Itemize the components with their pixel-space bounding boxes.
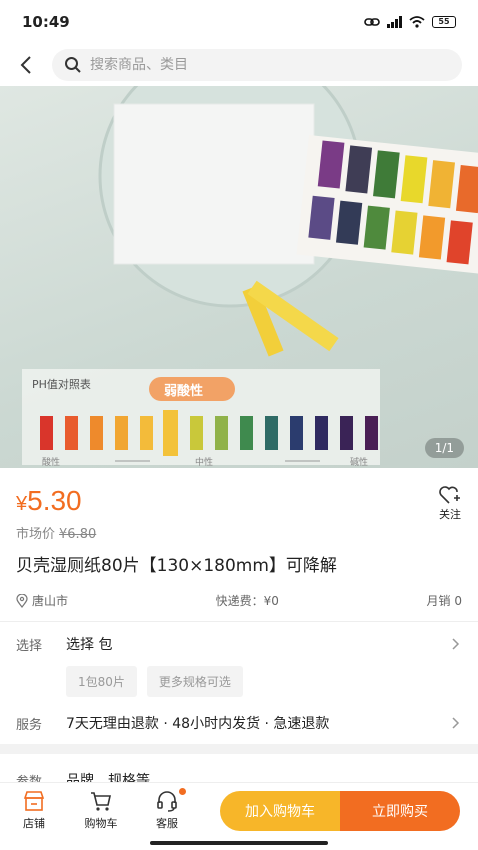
headset-icon (157, 791, 177, 812)
add-to-cart-button[interactable]: 加入购物车 (220, 790, 340, 831)
service-tab-label: 客服 (156, 817, 178, 830)
shop-label: 店铺 (23, 817, 45, 830)
link-icon (364, 18, 380, 26)
ph-highlight-label: 弱酸性 (164, 384, 204, 399)
image-pager: 1/1 (424, 438, 464, 458)
search-box[interactable] (52, 49, 462, 81)
battery-icon: 55 (432, 16, 456, 28)
search-input[interactable] (90, 57, 410, 73)
market-price: 市场价 ¥6.80 (16, 523, 96, 542)
shipping-fee: 快递费：¥0 (215, 594, 279, 608)
product-price: ¥5.30 (16, 484, 96, 521)
location: 唐山市 (16, 592, 68, 609)
product-info-card: ¥5.30 市场价 ¥6.80 关注 贝壳湿厕纸80片【130×180mm】可降解… (0, 468, 478, 744)
ph-scale-neutral: 中性 (195, 458, 214, 468)
select-value: 选择 包 (66, 637, 113, 653)
ph-chart-title: PH值对照表 (32, 378, 91, 391)
shop-icon (23, 791, 45, 811)
option-select-row[interactable]: 选择 选择 包 (16, 634, 462, 654)
monthly-sales: 月销 0 (426, 594, 462, 608)
status-bar: 10:49 55 (0, 0, 478, 44)
select-label: 选择 (16, 638, 43, 654)
ph-scale-acid: 酸性 (42, 458, 61, 468)
market-price-value: ¥6.80 (59, 527, 97, 542)
price-symbol: ¥ (16, 493, 28, 515)
search-header (0, 44, 478, 86)
buy-now-button[interactable]: 立即购买 (340, 790, 460, 831)
cart-tab[interactable]: 购物车 (68, 790, 134, 831)
signal-icon (387, 16, 402, 28)
product-image[interactable]: PH值对照表 弱酸性 酸性 中性 碱性 1/1 (0, 86, 478, 468)
home-indicator (0, 838, 478, 850)
shop-tab[interactable]: 店铺 (0, 790, 68, 831)
divider (0, 621, 478, 622)
status-icons: 55 (364, 16, 456, 28)
chevron-right-icon (452, 638, 460, 650)
spec-chips: 1包80片 更多规格可选 (66, 666, 462, 697)
service-row[interactable]: 服务 7天无理由退款 · 48小时内发货 · 急速退款 (16, 713, 462, 733)
follow-button[interactable]: 关注 (438, 484, 462, 542)
search-icon (65, 57, 81, 73)
chevron-right-icon (452, 717, 460, 729)
chevron-left-icon (20, 56, 31, 74)
ph-paper-photo (22, 86, 478, 465)
ph-scale-alkaline: 碱性 (350, 458, 369, 468)
location-text: 唐山市 (32, 594, 69, 608)
heart-plus-icon (439, 486, 460, 504)
customer-service-tab[interactable]: 客服 (134, 788, 200, 831)
product-meta: 唐山市 快递费：¥0 月销 0 (16, 592, 462, 609)
spec-chip[interactable]: 1包80片 (66, 666, 137, 697)
follow-label: 关注 (439, 508, 461, 521)
notification-dot (179, 788, 186, 795)
service-value: 7天无理由退款 · 48小时内发货 · 急速退款 (66, 716, 330, 732)
market-price-label: 市场价 (16, 527, 56, 542)
cart-label: 购物车 (84, 817, 118, 830)
status-time: 10:49 (22, 13, 70, 31)
price-value: 5.30 (27, 485, 82, 516)
product-title: 贝壳湿厕纸80片【130×180mm】可降解 (16, 556, 337, 576)
more-specs-chip[interactable]: 更多规格可选 (146, 666, 243, 697)
cart-icon (91, 792, 111, 811)
wifi-icon (409, 16, 425, 28)
purchase-buttons: 加入购物车 立即购买 (220, 790, 460, 831)
service-label: 服务 (16, 717, 43, 733)
back-button[interactable] (0, 44, 52, 86)
bottom-action-bar: 店铺 购物车 客服 加入购物车 立即购买 (0, 782, 478, 838)
location-pin-icon (16, 593, 28, 608)
